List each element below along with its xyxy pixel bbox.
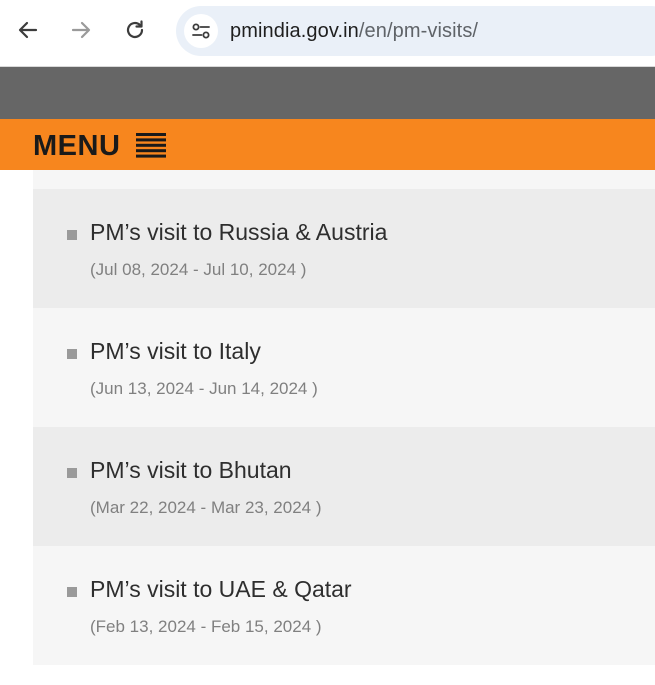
reload-icon [126,20,144,39]
list-item[interactable]: PM’s visit to Italy (Jun 13, 2024 - Jun … [33,308,655,427]
menu-label[interactable]: MENU [33,130,120,163]
arrow-right-icon [71,21,91,39]
list-item[interactable]: PM’s visit to Russia & Austria (Jul 08, … [33,189,655,308]
tune-icon [192,23,210,39]
url-path: /en/pm-visits/ [358,20,479,42]
url-host: pmindia.gov.in [230,20,359,42]
bullet-icon [67,468,77,478]
menu-bar[interactable]: MENU [0,119,655,170]
list-item[interactable]: PM’s visit to UAE & Qatar (Feb 13, 2024 … [33,546,655,665]
visit-title-link[interactable]: PM’s visit to UAE & Qatar [90,576,352,603]
visit-dates: (Jul 08, 2024 - Jul 10, 2024 ) [90,260,307,279]
url-text[interactable]: pmindia.gov.in/en/pm-visits/ [230,20,478,43]
browser-toolbar: pmindia.gov.in/en/pm-visits/ [0,0,655,67]
top-band [0,67,655,119]
bullet-icon [67,230,77,240]
visit-title-link[interactable]: PM’s visit to Russia & Austria [90,219,387,246]
reload-button[interactable] [118,13,152,47]
address-bar[interactable]: pmindia.gov.in/en/pm-visits/ [176,6,655,56]
bullet-icon [67,349,77,359]
visit-title-link[interactable]: PM’s visit to Bhutan [90,457,292,484]
hamburger-icon[interactable] [136,133,168,158]
back-button[interactable] [11,13,45,47]
visit-dates: (Feb 13, 2024 - Feb 15, 2024 ) [90,617,322,636]
visits-list: PM’s visit to Russia & Austria (Jul 08, … [33,170,655,665]
arrow-left-icon [18,21,38,39]
list-top-spacer [33,170,655,189]
list-item[interactable]: PM’s visit to Bhutan (Mar 22, 2024 - Mar… [33,427,655,546]
site-info-button[interactable] [184,14,218,48]
visit-title-link[interactable]: PM’s visit to Italy [90,338,261,365]
visit-dates: (Jun 13, 2024 - Jun 14, 2024 ) [90,379,318,398]
visit-dates: (Mar 22, 2024 - Mar 23, 2024 ) [90,498,322,517]
bullet-icon [67,587,77,597]
forward-button[interactable] [64,13,98,47]
